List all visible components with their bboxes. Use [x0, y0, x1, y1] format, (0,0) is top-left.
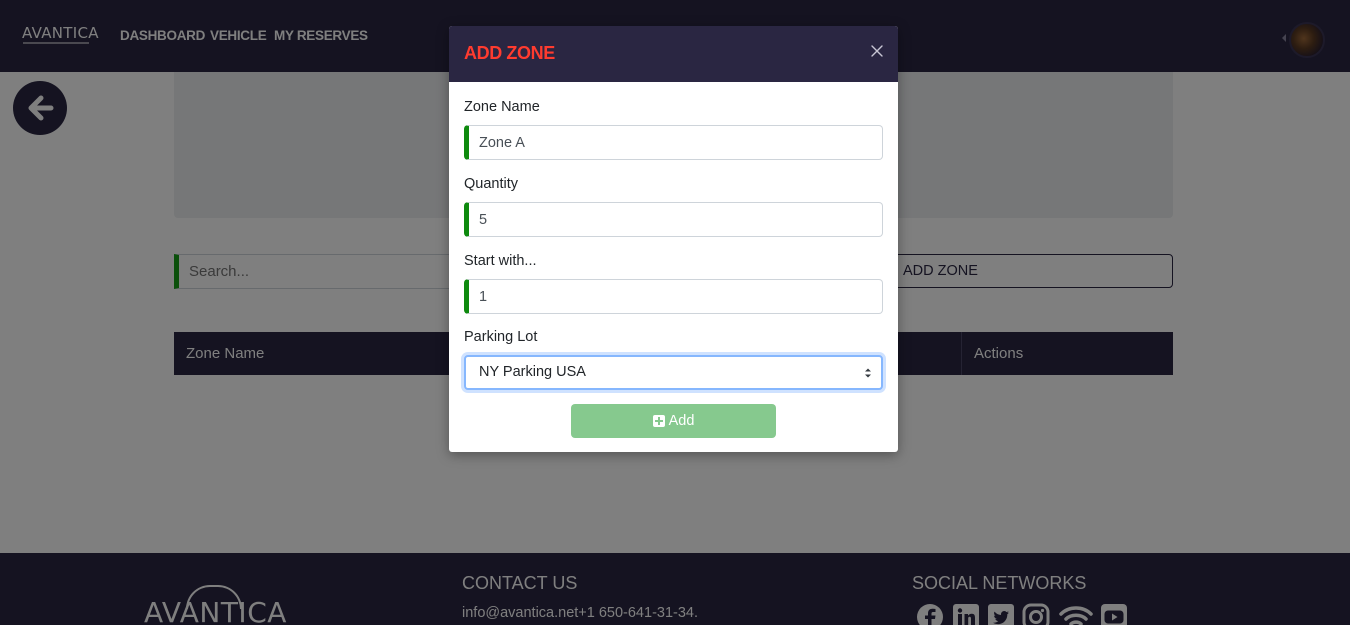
add-zone-modal: ADD ZONE Zone Name Quantity Start with..…: [449, 26, 898, 452]
parking-lot-value: NY Parking USA: [479, 364, 586, 380]
add-button[interactable]: Add: [571, 404, 776, 438]
quantity-label: Quantity: [464, 176, 518, 192]
zone-name-label: Zone Name: [464, 99, 540, 115]
close-icon[interactable]: [870, 44, 884, 58]
zone-name-field[interactable]: [464, 125, 883, 160]
plus-square-icon: [652, 415, 665, 427]
start-with-field[interactable]: [464, 279, 883, 314]
select-arrows-icon: [865, 368, 871, 378]
modal-title: ADD ZONE: [464, 43, 555, 63]
parking-lot-select[interactable]: NY Parking USA: [464, 355, 883, 390]
quantity-field[interactable]: [464, 202, 883, 237]
add-button-label: Add: [668, 413, 695, 429]
parking-lot-label: Parking Lot: [464, 329, 538, 345]
start-with-label: Start with...: [464, 253, 537, 269]
modal-header: ADD ZONE: [449, 26, 898, 82]
